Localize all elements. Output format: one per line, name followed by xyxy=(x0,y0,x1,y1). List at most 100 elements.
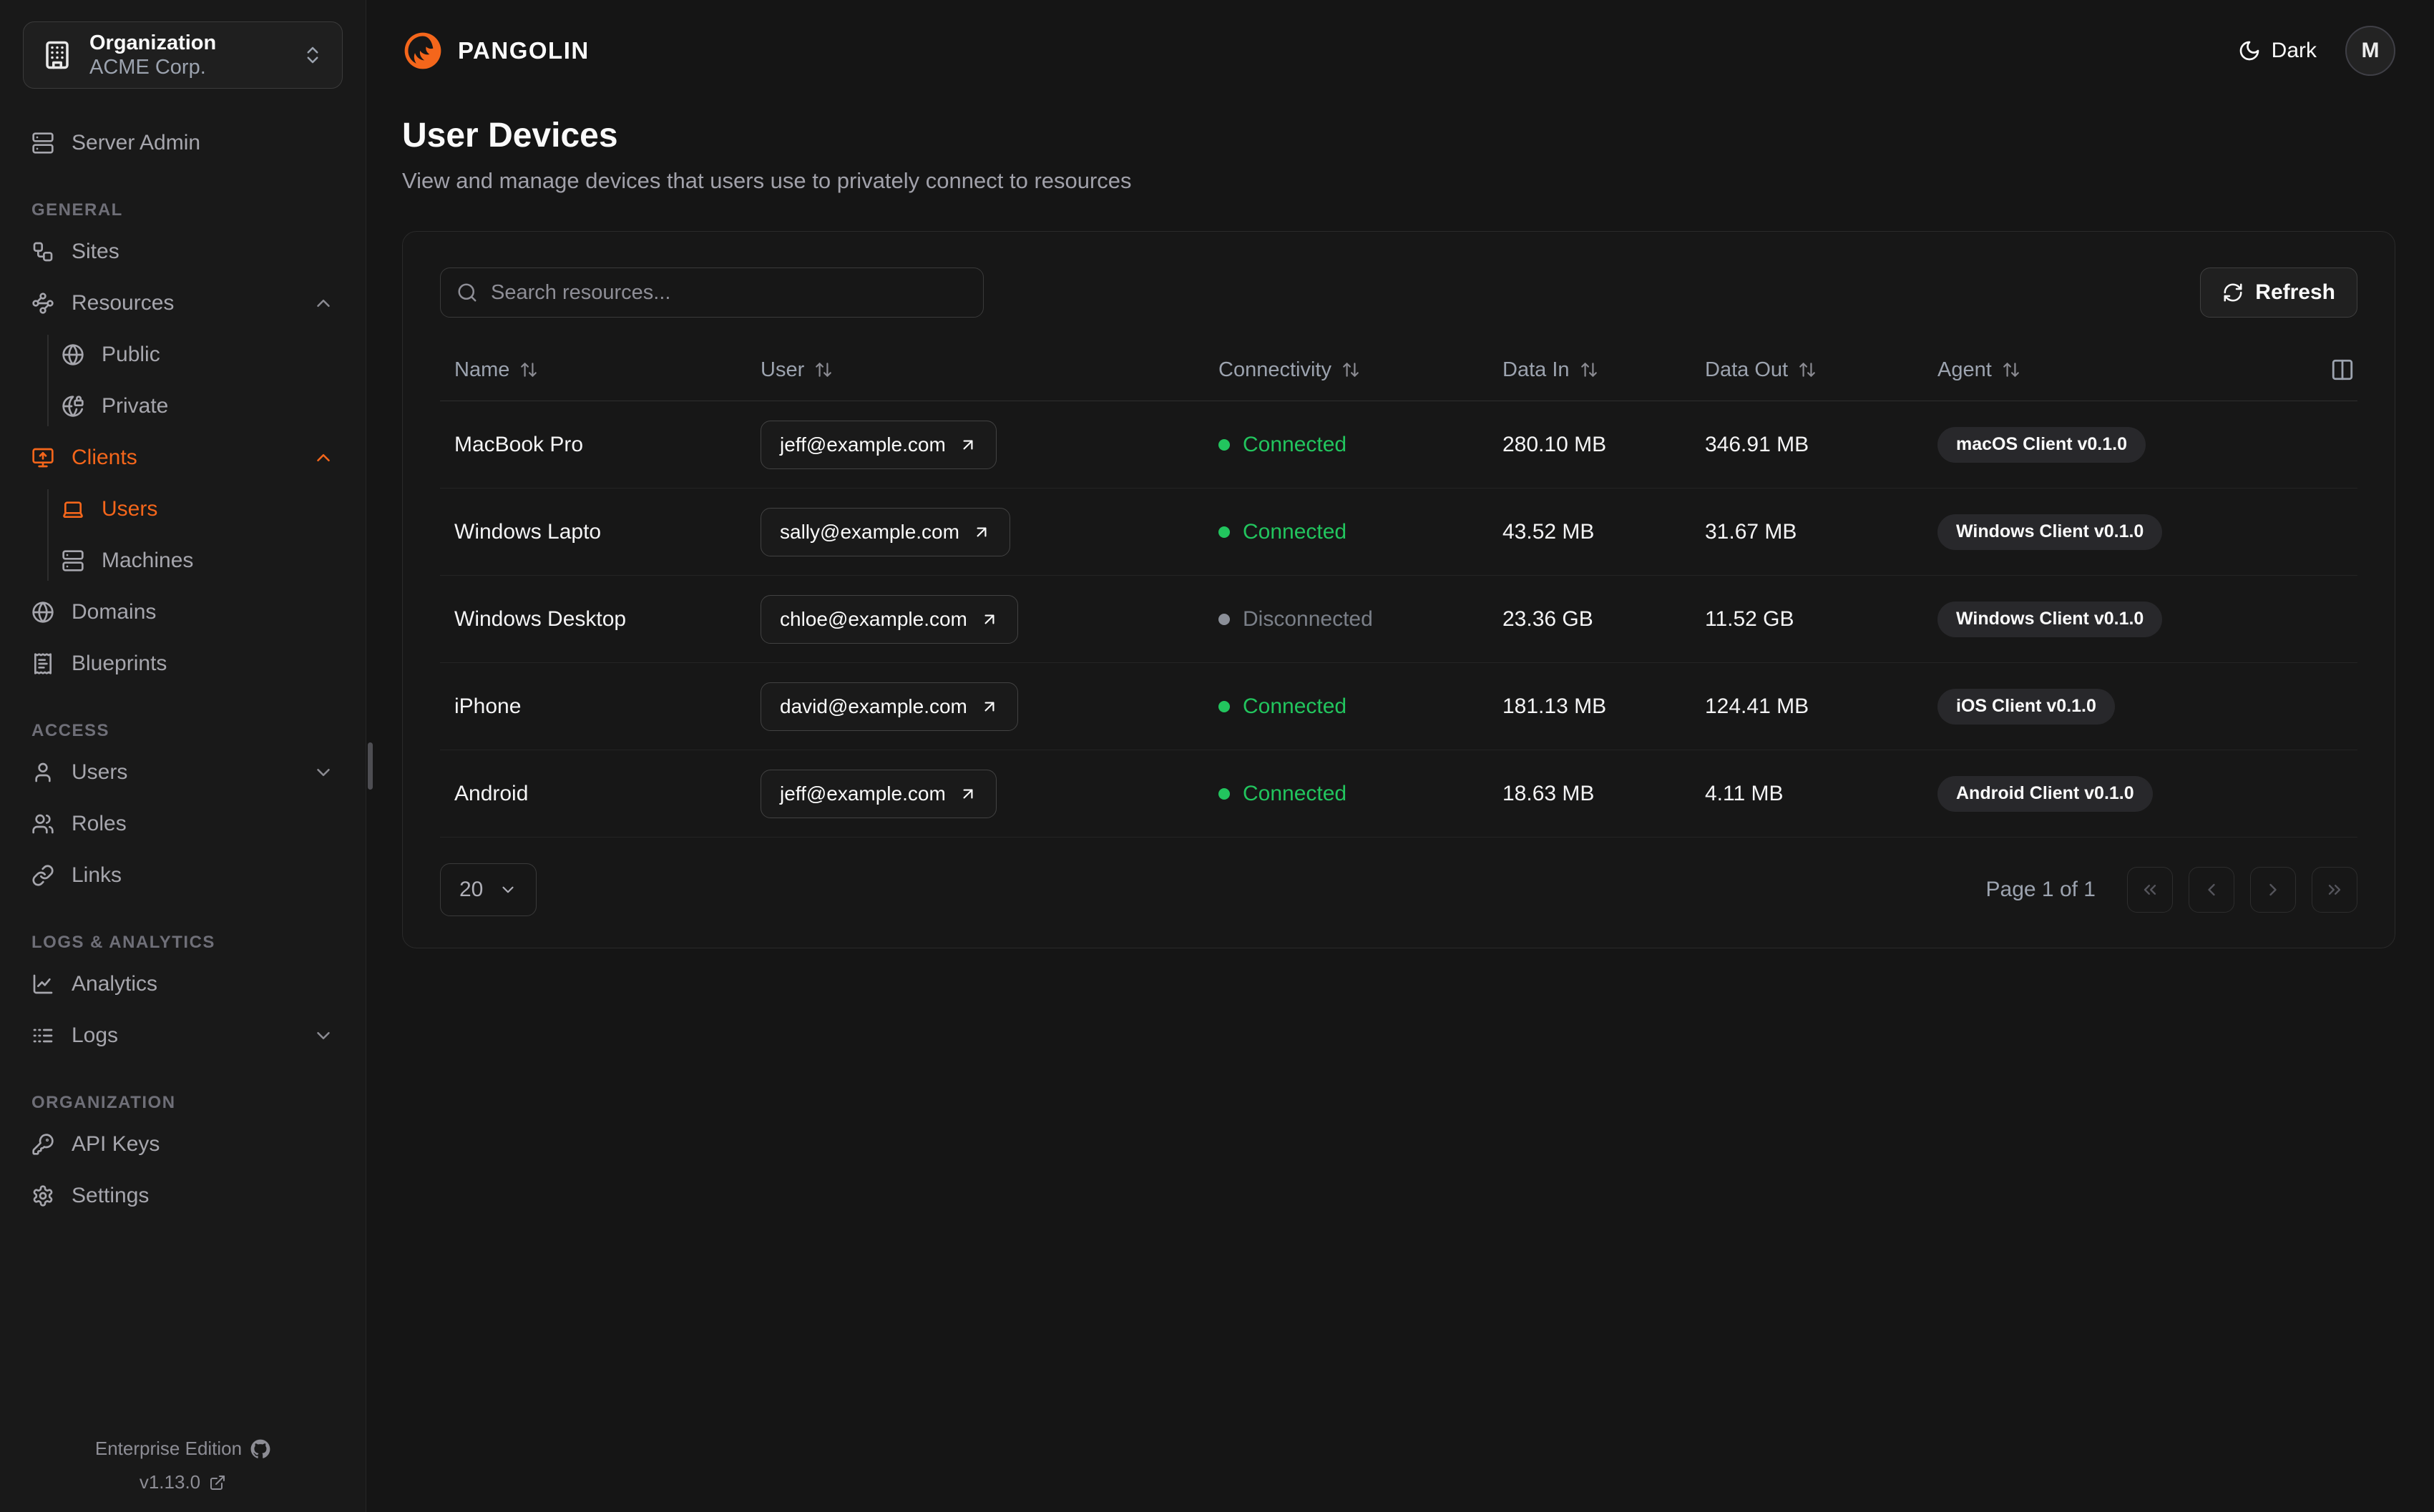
sidebar-item-label: Domains xyxy=(72,600,157,624)
user-email: jeff@example.com xyxy=(780,433,946,456)
column-label: Agent xyxy=(1937,358,1992,381)
sidebar-item-label: Machines xyxy=(102,549,194,572)
organization-value: ACME Corp. xyxy=(89,55,206,79)
status-dot xyxy=(1218,787,1230,800)
refresh-button[interactable]: Refresh xyxy=(2200,267,2357,318)
globe-icon xyxy=(31,601,54,624)
chevron-down-icon xyxy=(499,880,517,899)
section-label-logs-analytics: LOGS & ANALYTICS xyxy=(31,933,215,952)
agent-badge: macOS Client v0.1.0 xyxy=(1937,426,2146,463)
chevron-up-icon xyxy=(313,447,334,468)
sidebar-item-links[interactable]: Links xyxy=(23,850,343,901)
external-link-icon xyxy=(209,1474,226,1491)
theme-toggle[interactable]: Dark xyxy=(2238,39,2317,63)
last-page-button[interactable] xyxy=(2312,867,2357,913)
sidebar-item-server-admin[interactable]: Server Admin xyxy=(23,117,343,169)
column-header-name[interactable]: Name xyxy=(440,358,746,382)
table-row[interactable]: iPhone david@example.com Connected 181.13 M… xyxy=(440,663,2357,750)
topbar: PANGOLIN Dark M xyxy=(402,0,2395,102)
sidebar-item-sites[interactable]: Sites xyxy=(23,226,343,278)
first-page-button[interactable] xyxy=(2127,867,2173,913)
table-row[interactable]: Windows Lapto sally@example.com Connected 4… xyxy=(440,489,2357,576)
sidebar-item-users[interactable]: Users xyxy=(47,483,343,535)
cell-connectivity: Connected xyxy=(1204,782,1488,806)
sidebar-item-label: Logs xyxy=(72,1023,119,1047)
moon-icon xyxy=(2238,39,2261,62)
column-settings-button[interactable] xyxy=(2312,358,2357,382)
cell-name: Windows Lapto xyxy=(454,519,602,544)
cell-name: Android xyxy=(454,781,529,805)
main-content: PANGOLIN Dark M User Devices View and ma… xyxy=(366,0,2434,1512)
user-link-chip[interactable]: sally@example.com xyxy=(761,507,1010,556)
edition-link[interactable]: Enterprise Edition xyxy=(95,1438,270,1460)
search-input[interactable] xyxy=(491,280,967,305)
sidebar-item-logs[interactable]: Logs xyxy=(23,1010,343,1061)
sidebar-item-api-keys[interactable]: API Keys xyxy=(23,1119,343,1170)
table-row[interactable]: Windows Desktop chloe@example.com Disconne… xyxy=(440,576,2357,663)
chevrons-left-icon xyxy=(2140,880,2160,900)
table-row[interactable]: MacBook Pro jeff@example.com Connected 280.… xyxy=(440,401,2357,489)
sidebar-item-private[interactable]: Private xyxy=(47,381,343,432)
sidebar-item-public[interactable]: Public xyxy=(47,329,343,381)
cell-data-out: 31.67 MB xyxy=(1705,519,1797,544)
sidebar-item-roles[interactable]: Roles xyxy=(23,798,343,850)
prev-page-button[interactable] xyxy=(2189,867,2234,913)
sidebar-item-settings[interactable]: Settings xyxy=(23,1170,343,1222)
column-header-agent[interactable]: Agent xyxy=(1923,358,2312,382)
column-label: Data Out xyxy=(1705,358,1789,381)
table-row[interactable]: Android jeff@example.com Connected 18.63 MB… xyxy=(440,750,2357,838)
sidebar-item-label: Sites xyxy=(72,240,119,263)
section-label-general: GENERAL xyxy=(31,200,123,220)
column-header-user[interactable]: User xyxy=(746,358,1204,382)
arrow-up-right-icon xyxy=(959,436,977,454)
cell-data-out: 11.52 GB xyxy=(1705,607,1794,631)
cell-connectivity: Connected xyxy=(1204,520,1488,544)
sidebar-item-clients[interactable]: Clients xyxy=(23,432,343,483)
chevron-up-icon xyxy=(313,293,334,314)
user-link-chip[interactable]: chloe@example.com xyxy=(761,594,1018,644)
next-page-button[interactable] xyxy=(2250,867,2296,913)
user-link-chip[interactable]: jeff@example.com xyxy=(761,420,997,469)
brand-name: PANGOLIN xyxy=(458,37,590,64)
cell-data-in: 181.13 MB xyxy=(1502,694,1607,718)
column-header-data-in[interactable]: Data In xyxy=(1488,358,1691,382)
organization-selector[interactable]: Organization ACME Corp. xyxy=(23,21,343,89)
card-toolbar: Refresh xyxy=(440,267,2357,318)
sort-icon xyxy=(519,360,538,379)
laptop-icon xyxy=(62,498,84,521)
status-dot xyxy=(1218,700,1230,712)
sidebar-item-label: Public xyxy=(102,343,160,366)
version-link[interactable]: v1.13.0 xyxy=(140,1471,226,1493)
status-badge: Connected xyxy=(1243,432,1347,456)
agent-badge: Windows Client v0.1.0 xyxy=(1937,601,2163,637)
search-icon xyxy=(456,282,478,303)
cell-data-in: 43.52 MB xyxy=(1502,519,1595,544)
logs-icon xyxy=(31,1024,54,1047)
chevron-down-icon xyxy=(313,1025,334,1046)
sidebar-item-label: Users xyxy=(72,760,128,784)
sidebar-item-domains[interactable]: Domains xyxy=(23,586,343,638)
column-header-connectivity[interactable]: Connectivity xyxy=(1204,358,1488,382)
column-header-data-out[interactable]: Data Out xyxy=(1691,358,1923,382)
app-logo[interactable]: PANGOLIN xyxy=(402,30,590,72)
sidebar-nav: Server Admin GENERAL Sites Resources Public P… xyxy=(23,117,343,1222)
sidebar-item-resources[interactable]: Resources xyxy=(23,278,343,329)
user-email: chloe@example.com xyxy=(780,607,967,630)
github-icon xyxy=(250,1439,270,1459)
pagination-controls: Page 1 of 1 xyxy=(1986,867,2357,913)
user-link-chip[interactable]: jeff@example.com xyxy=(761,769,997,818)
user-link-chip[interactable]: david@example.com xyxy=(761,682,1018,731)
sidebar-item-machines[interactable]: Machines xyxy=(47,535,343,586)
key-icon xyxy=(31,1133,54,1156)
page-size-select[interactable]: 20 xyxy=(440,863,537,916)
user-email: jeff@example.com xyxy=(780,782,946,805)
sidebar-scrollbar[interactable] xyxy=(368,742,373,790)
sidebar-item-users[interactable]: Users xyxy=(23,747,343,798)
sidebar-item-label: Server Admin xyxy=(72,131,201,154)
cell-user: jeff@example.com xyxy=(746,420,1204,469)
sidebar-item-analytics[interactable]: Analytics xyxy=(23,958,343,1010)
sidebar-item-blueprints[interactable]: Blueprints xyxy=(23,638,343,689)
sidebar: Organization ACME Corp. Server Admin GENE… xyxy=(0,0,366,1512)
avatar[interactable]: M xyxy=(2345,26,2395,76)
section-label-organization: ORGANIZATION xyxy=(31,1093,176,1112)
